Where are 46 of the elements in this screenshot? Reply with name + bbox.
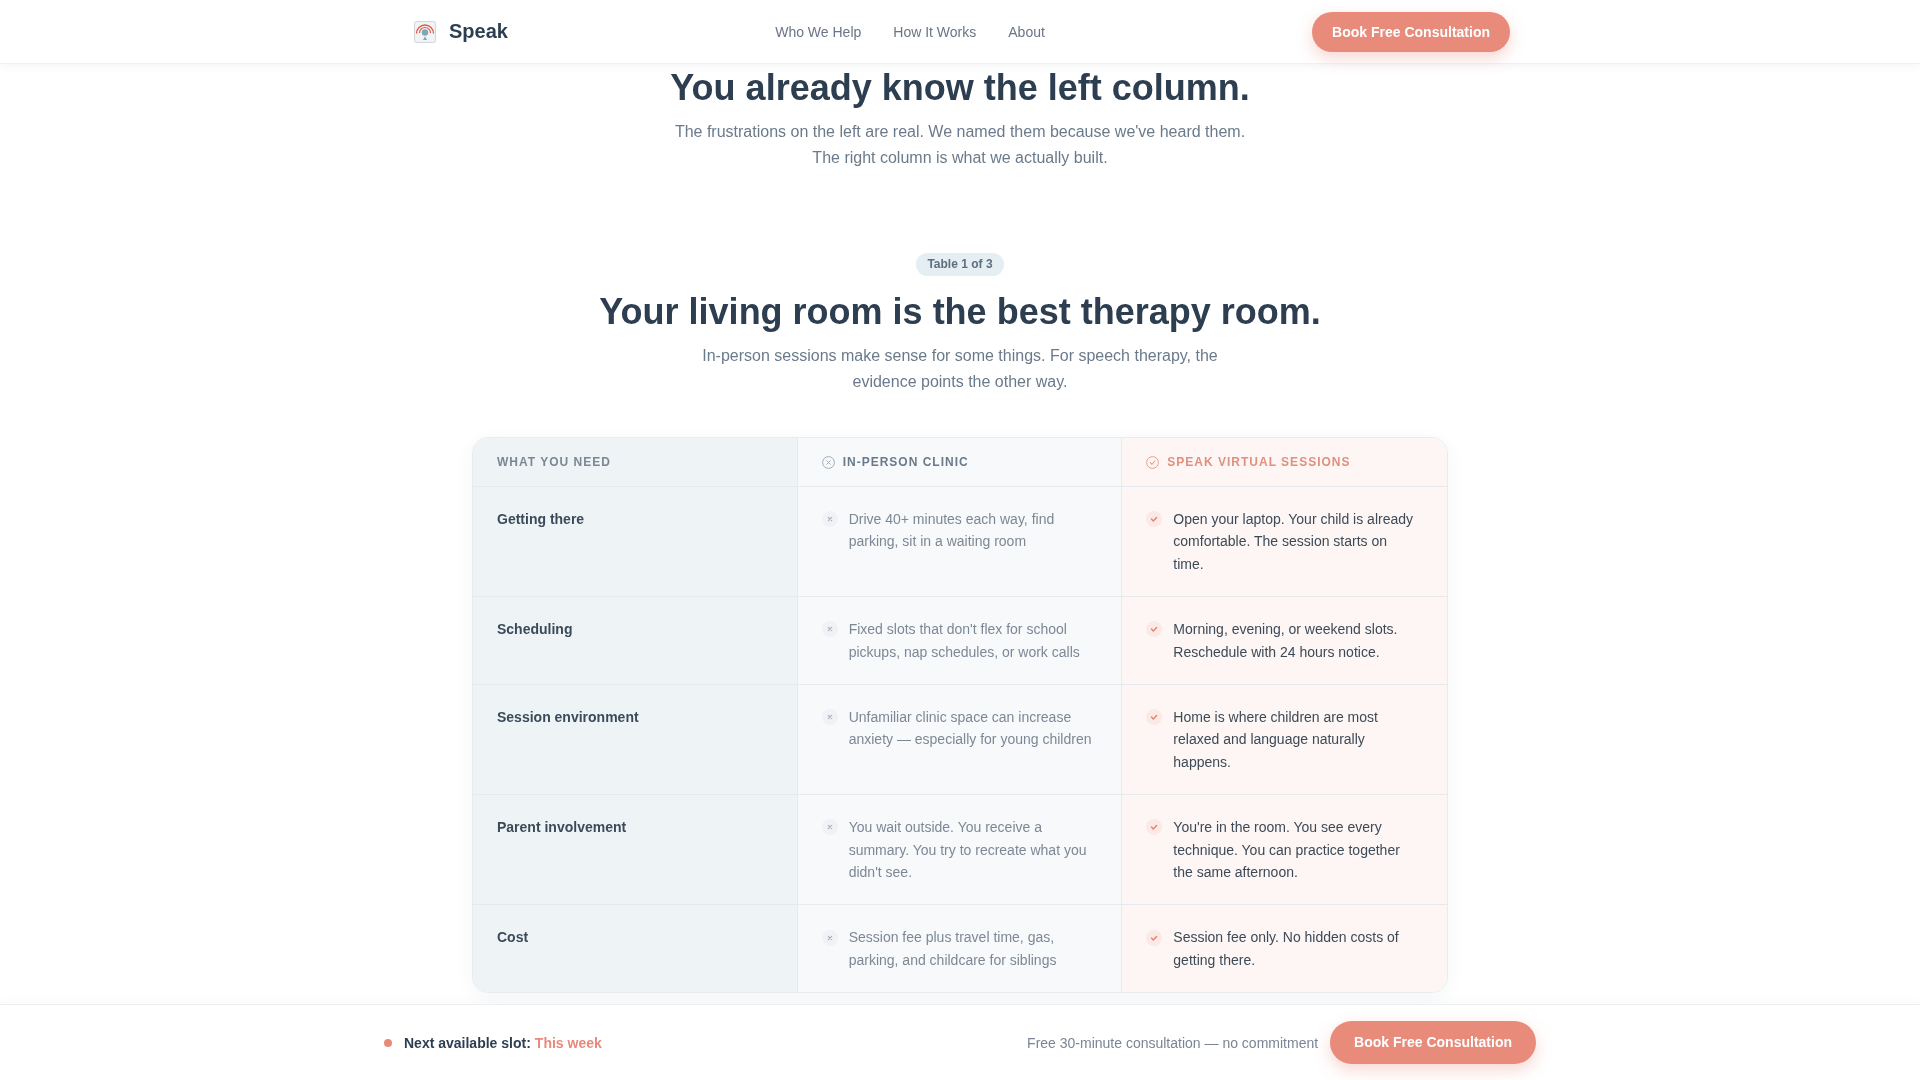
logo-icon	[414, 20, 436, 43]
row-label: Scheduling	[497, 620, 573, 640]
nav-link[interactable]: Who We Help	[775, 23, 862, 40]
cross-icon	[821, 709, 838, 726]
cell-text: Home is where children are most relaxed and language naturally happens.	[1173, 708, 1379, 772]
cell-text: Morning, evening, or weekend slots. Reschedule with 24 hours notice.	[1173, 620, 1399, 662]
check-icon	[1146, 929, 1163, 946]
nav-link[interactable]: About	[1008, 23, 1045, 40]
check-icon	[1146, 819, 1163, 836]
brand-name[interactable]: Speak	[449, 20, 508, 43]
consultation-note: Free 30-minute consultation — no commitment	[1027, 1034, 1319, 1051]
page-heading: You already know the left column.	[670, 66, 1250, 109]
slot-label: Next available slot:	[404, 1034, 531, 1051]
column-header: SPEAK VIRTUAL SESSIONS	[1167, 454, 1351, 470]
column-header: WHAT YOU NEED	[497, 454, 611, 470]
cell-text: Session fee only. No hidden costs of getting there.	[1173, 928, 1400, 970]
cta-button[interactable]: Book Free Consultation	[1312, 11, 1510, 52]
cross-icon	[821, 621, 838, 638]
check-icon	[1146, 511, 1163, 528]
cross-icon	[821, 511, 838, 528]
table-count-label: Table 1 of 3	[916, 253, 1004, 276]
cell-text: Drive 40+ minutes each way, find parking, sit in a waiting room	[848, 510, 1056, 552]
check-icon	[1146, 709, 1163, 726]
circled-check-icon	[1146, 455, 1160, 469]
row-label: Parent involvement	[497, 818, 627, 838]
cell-text: Fixed slots that don't flex for school pickups, nap schedules, or work calls	[848, 620, 1081, 662]
cell-text: Open your laptop. Your child is already comfortable. The session starts on time.	[1173, 510, 1415, 574]
nav-link[interactable]: How It Works	[893, 23, 977, 40]
slot-value: This week	[534, 1034, 602, 1051]
check-icon	[1146, 621, 1163, 638]
cell-text: You wait outside. You receive a summary. You try to recreate what you didn't see.	[848, 818, 1088, 883]
cross-icon	[821, 819, 838, 836]
status-dot-icon	[384, 1038, 392, 1047]
cta-button[interactable]: Book Free Consultation	[1330, 1021, 1536, 1064]
row-label: Session environment	[497, 708, 639, 728]
section-subtitle: In-person sessions make sense for some things. For speech therapy, the evidence points the other way.	[701, 346, 1219, 392]
cross-icon	[821, 929, 838, 946]
section-heading: Your living room is the best therapy room.	[599, 290, 1321, 333]
row-label: Getting there	[497, 510, 585, 529]
column-header: IN-PERSON CLINIC	[842, 454, 969, 470]
circled-x-icon	[821, 455, 835, 469]
cell-text: Unfamiliar clinic space can increase anxiety — especially for young children	[848, 708, 1093, 750]
cell-text: You're in the room. You see every technique. You can practice together the same afternoon.	[1173, 818, 1401, 883]
intro-text: The frustrations on the left are real. We named them because we've heard them. The right column is what we actually built.	[674, 122, 1246, 168]
row-label: Cost	[497, 928, 529, 948]
cell-text: Session fee plus travel time, gas, parking, and childcare for siblings	[848, 928, 1058, 970]
